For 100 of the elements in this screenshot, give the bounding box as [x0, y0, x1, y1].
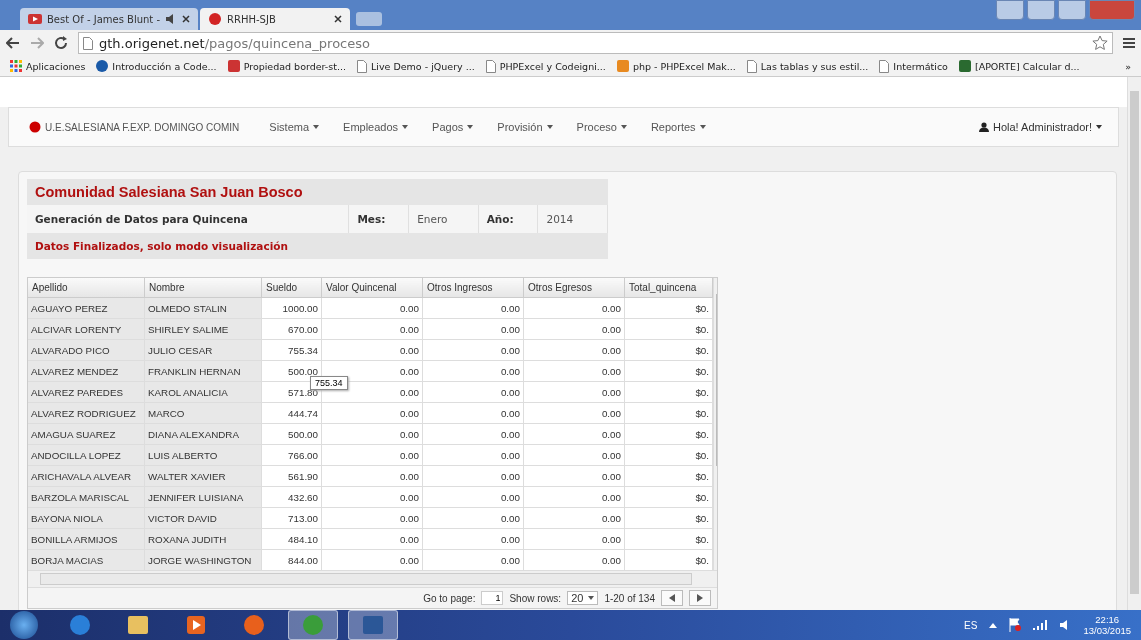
signal-icon[interactable]	[1033, 620, 1048, 630]
pager-label: Go to page:	[423, 592, 476, 604]
table-cell: OLMEDO STALIN	[148, 302, 227, 314]
tab-title: Best Of - James Blunt -	[47, 13, 161, 25]
caret-icon	[546, 125, 553, 129]
column-header[interactable]: Total_quincena	[624, 278, 713, 298]
close-icon[interactable]	[334, 15, 343, 23]
more-bookmarks-button[interactable]: »	[1125, 60, 1131, 72]
status-message: Datos Finalizados, solo modo visualización	[34, 239, 289, 254]
browser-tab[interactable]: Best Of - James Blunt -	[20, 8, 199, 30]
vertical-scrollbar[interactable]	[713, 278, 717, 570]
bookmark[interactable]: php - PHPExcel Mak...	[616, 60, 736, 72]
table-cell: 713.00	[288, 512, 318, 524]
rows-dropdown[interactable]: 20	[567, 591, 599, 605]
brand-link[interactable]: U.E.SALESIANA F.EXP. DOMINGO COMIN	[29, 121, 240, 133]
table-cell: 0.00	[399, 428, 419, 440]
bookmark[interactable]: Propiedad border-st...	[227, 60, 347, 72]
table-cell: 1000.00	[282, 302, 318, 314]
caret-icon	[402, 125, 409, 129]
table-cell: 0.00	[399, 302, 419, 314]
previous-page-button[interactable]	[661, 590, 683, 606]
bookmark[interactable]: Live Demo - jQuery ...	[357, 59, 475, 73]
browser-tab[interactable]: RRHH-SJB	[200, 8, 351, 30]
caret-icon	[1096, 125, 1102, 129]
column-header[interactable]: Sueldo	[261, 278, 322, 298]
menu-icon[interactable]	[1123, 37, 1135, 49]
bookmark[interactable]: Introducción a Code...	[96, 60, 217, 72]
table-cell: 444.74	[288, 407, 318, 419]
table-cell: 766.00	[288, 449, 318, 461]
nav-menu[interactable]: Reportes	[650, 121, 706, 133]
table-cell: 0.00	[601, 323, 621, 335]
nav-menu[interactable]: Proceso	[576, 121, 627, 133]
page-icon	[485, 59, 496, 73]
table-cell: $0.	[695, 554, 709, 566]
table-cell: JORGE WASHINGTON	[148, 554, 252, 566]
column-header[interactable]: Otros Egresos	[523, 278, 625, 298]
table-cell: $0.	[695, 386, 709, 398]
site-icon	[96, 60, 109, 72]
app-icon	[361, 613, 385, 637]
table-cell: $0.	[695, 533, 709, 545]
close-icon[interactable]	[182, 15, 191, 23]
user-icon	[978, 122, 989, 132]
table-cell: WALTER XAVIER	[148, 470, 226, 482]
table-cell: 0.00	[601, 428, 621, 440]
table-cell: 0.00	[399, 407, 419, 419]
table-cell: 0.00	[399, 470, 419, 482]
table-cell: BORJA MACIAS	[31, 554, 104, 566]
flag-icon[interactable]	[1009, 618, 1022, 632]
table-cell: 0.00	[601, 344, 621, 356]
table-cell: ALVAREZ PAREDES	[31, 386, 123, 398]
caret-icon	[588, 596, 595, 600]
table-cell: 500.00	[288, 365, 318, 377]
page-input[interactable]: 1	[481, 591, 504, 605]
page-icon	[746, 59, 757, 73]
user-menu[interactable]: Hola! Administrador!	[978, 121, 1102, 133]
table-cell: KAROL ANALICIA	[148, 386, 228, 398]
left-triangle-icon	[669, 594, 675, 602]
video-icon	[28, 12, 42, 26]
bookmark[interactable]: PHPExcel y Codeigni...	[485, 59, 606, 73]
table-cell: $0.	[695, 302, 709, 314]
bookmark[interactable]: Las tablas y sus estil...	[746, 59, 869, 73]
nav-menu[interactable]: Sistema	[269, 121, 320, 133]
table-cell: 0.00	[601, 365, 621, 377]
star-icon[interactable]	[1092, 35, 1108, 51]
up-arrow-icon[interactable]	[989, 622, 998, 628]
column-header[interactable]: Apellido	[28, 278, 145, 298]
start-button[interactable]	[10, 611, 38, 639]
language-indicator[interactable]: ES	[964, 619, 978, 631]
bookmark[interactable]: Aplicaciones	[10, 60, 86, 72]
column-header[interactable]: Otros Ingresos	[422, 278, 524, 298]
table-cell: $0.	[695, 365, 709, 377]
bookmark[interactable]: Intermático	[879, 59, 948, 73]
back-icon[interactable]	[6, 37, 20, 49]
right-triangle-icon	[697, 594, 703, 602]
page-scrollbar[interactable]	[1127, 77, 1141, 610]
table-cell: 0.00	[601, 470, 621, 482]
column-header[interactable]: Nombre	[144, 278, 262, 298]
clock[interactable]: 22:16 13/03/2015	[1083, 614, 1131, 636]
info-title: Comunidad Salesiana San Juan Bosco	[34, 183, 304, 202]
table-cell: $0.	[695, 428, 709, 440]
table-cell: 0.00	[500, 554, 520, 566]
nav-menu[interactable]: Empleados	[343, 121, 409, 133]
address-bar[interactable]: gth.origenet.net/pagos/quincena_proceso	[78, 32, 1113, 54]
nav-menu[interactable]: Pagos	[432, 121, 474, 133]
table-cell: 0.00	[500, 533, 520, 545]
reload-icon[interactable]	[54, 36, 68, 50]
page-icon	[83, 36, 93, 50]
column-header[interactable]: Valor Quincenal	[321, 278, 423, 298]
next-page-button[interactable]	[689, 590, 711, 606]
page-range: 1-20 of 134	[604, 592, 655, 604]
bookmark[interactable]: [APORTE] Calcular d...	[958, 60, 1080, 72]
table-cell: JULIO CESAR	[148, 344, 213, 356]
horizontal-scrollbar[interactable]	[28, 570, 717, 588]
nav-menu[interactable]: Provisión	[497, 121, 553, 133]
site-icon	[227, 60, 240, 72]
table-cell: 0.00	[601, 491, 621, 503]
table-cell: DIANA ALEXANDRA	[148, 428, 239, 440]
table-cell: $0.	[695, 491, 709, 503]
table-cell: 0.00	[500, 365, 520, 377]
table-cell: 0.00	[500, 512, 520, 524]
